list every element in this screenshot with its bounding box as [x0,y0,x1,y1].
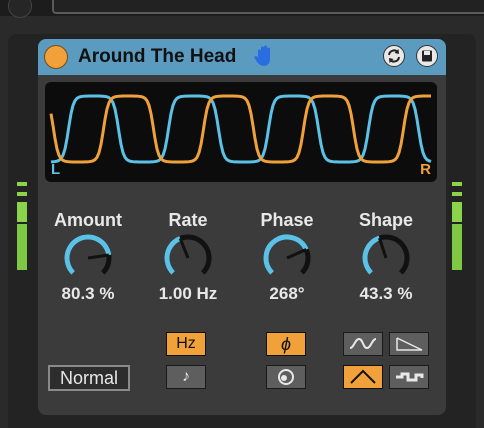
knob-needle [378,237,388,259]
browser-toggle-icon[interactable] [8,0,32,18]
save-icon [422,50,432,62]
amount-knob[interactable] [60,233,116,283]
save-button[interactable] [416,45,438,67]
phase-value[interactable]: 268° [241,283,333,305]
device-header: Around The Head [38,39,446,75]
note-sync-button[interactable]: ♪ [166,365,206,389]
shape-knob[interactable] [358,233,414,283]
triangle-wave-button[interactable] [343,365,383,389]
phase-label: Phase [260,210,314,230]
spin-button[interactable] [266,365,306,389]
amount-value[interactable]: 80.3 % [42,283,134,305]
phase-mode-button[interactable]: ϕ [266,332,306,356]
knob-needle [286,248,307,260]
rate-param: Rate 1.00 Hz [142,209,234,305]
device-title: Around The Head [78,46,237,67]
shape-value[interactable]: 43.3 % [340,283,432,305]
swap-button[interactable] [383,45,405,67]
knob-fill [263,234,309,275]
scope-waves [49,94,432,164]
swap-icon [388,49,400,63]
scope-left-label: L [51,161,61,178]
rate-knob[interactable] [160,233,216,283]
sine-wave-icon [349,337,377,350]
mode-button[interactable]: Normal [48,365,130,391]
rate-value[interactable]: 1.00 Hz [142,283,234,305]
amount-param: Amount 80.3 % [42,209,134,305]
random-wave-button[interactable] [389,365,429,389]
hz-button[interactable]: Hz [166,332,206,356]
stereo-scope-display: L R [45,82,437,182]
top-bar [0,0,484,18]
random-wave-icon [396,372,424,382]
top-field [52,0,484,14]
device-panel: Around The Head L R Amount 80.3 % Rate 1… [38,39,446,415]
phase-param: Phase 268° [241,209,333,305]
rate-label: Rate [168,210,208,230]
phase-knob[interactable] [259,233,315,283]
triangle-wave-icon [350,369,376,384]
shape-param: Shape 43.3 % [340,209,432,305]
power-toggle[interactable] [44,45,68,69]
sine-wave-button[interactable] [343,332,383,356]
knob-needle [178,237,190,259]
right-level-meter-2 [457,182,462,270]
amount-label: Amount [54,210,122,230]
left-level-meter-2 [22,182,27,270]
knob-fill [362,235,381,275]
knob-needle [87,253,110,260]
saw-wave-button[interactable] [389,332,429,356]
knob-fill [164,236,182,275]
scope-right-label: R [420,161,431,178]
saw-wave-icon [396,337,423,351]
hand-icon [254,45,270,66]
spin-icon [278,369,294,385]
shape-label: Shape [358,210,414,230]
